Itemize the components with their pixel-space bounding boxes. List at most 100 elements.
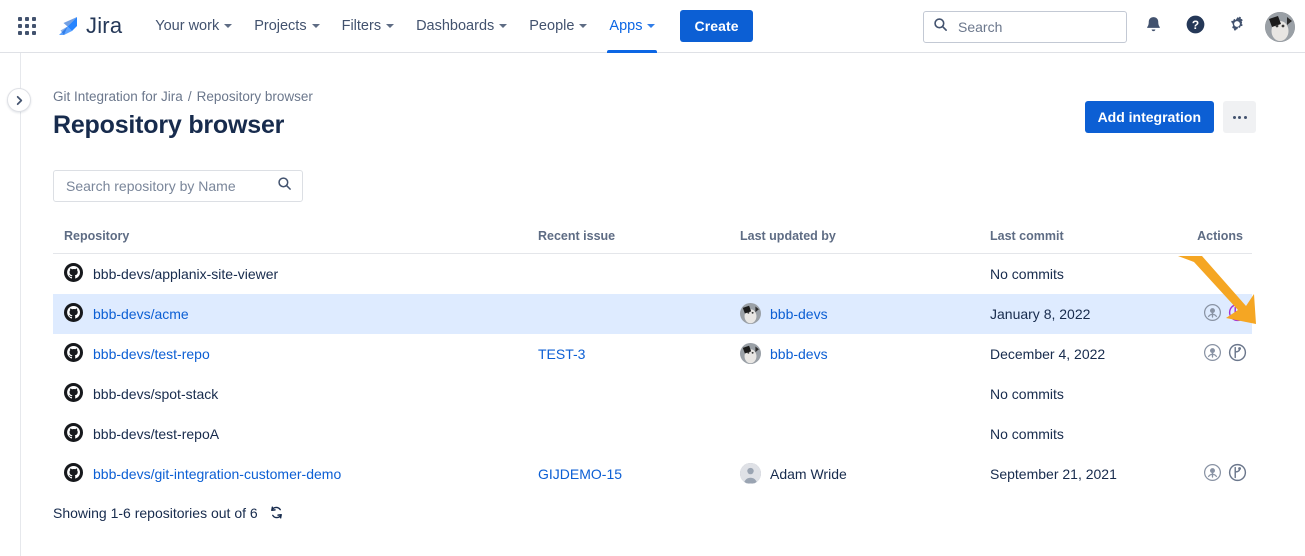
nav-item-apps[interactable]: Apps [598,0,666,53]
notifications-button[interactable] [1137,11,1169,43]
chevron-right-icon [16,95,22,105]
notification-bell-icon [1144,15,1163,39]
nav-item-projects[interactable]: Projects [243,0,330,53]
results-summary: Showing 1-6 repositories out of 6 [53,504,258,521]
last-updated-by-cell: bbb-devs [740,343,990,364]
jira-home-link[interactable]: Jira [55,13,122,39]
ellipsis-dot [1243,115,1247,119]
git-commits-action-button[interactable] [1203,463,1222,482]
nav-label: Apps [609,18,643,34]
table-footer: Showing 1-6 repositories out of 6 [53,505,1305,521]
nav-label: Filters [341,18,382,34]
recent-issue-cell [538,414,740,454]
add-integration-button[interactable]: Add integration [1084,101,1214,133]
github-icon [64,302,83,325]
git-commits-action-button[interactable] [1203,303,1222,322]
repository-cell: bbb-devs/git-integration-customer-demo [53,454,538,494]
help-button[interactable]: ? [1179,11,1211,43]
actions-cell [1193,334,1252,374]
repository-cell: bbb-devs/applanix-site-viewer [53,254,538,294]
global-search-input[interactable] [956,17,1106,36]
refresh-icon [270,506,282,519]
repository-cell: bbb-devs/acme [53,293,538,334]
github-icon [64,462,83,485]
recent-issue-cell: TEST-3 [538,334,740,374]
global-search[interactable] [923,10,1127,43]
nav-label: Your work [155,18,220,34]
nav-item-filters[interactable]: Filters [331,0,405,53]
repository-search[interactable] [53,170,303,202]
github-icon [64,382,83,405]
last-commit-text: December 4, 2022 [990,345,1106,362]
table-row[interactable]: bbb-devs/acme bbb-devs January 8, 2022 [53,293,1252,334]
github-icon [64,262,83,285]
actions-cell [1193,374,1252,414]
column-header-last-updated-by: Last updated by [740,229,990,254]
table-header-row: Repository Recent issue Last updated by … [53,229,1252,254]
avatar [740,303,761,324]
git-branches-action-button[interactable] [1228,343,1247,362]
last-commit-text: No commits [990,385,1064,402]
repository-cell: bbb-devs/test-repoA [53,414,538,454]
nav-right-actions: ? [923,0,1295,53]
git-commits-icon [1203,463,1222,481]
table-header: Repository Recent issue Last updated by … [53,229,1252,254]
table-row[interactable]: bbb-devs/spot-stack No commits [53,374,1252,414]
repository-name[interactable]: bbb-devs/git-integration-customer-demo [93,466,341,482]
repository-name: bbb-devs/applanix-site-viewer [93,265,279,282]
nav-item-your-work[interactable]: Your work [144,0,243,53]
updated-by-name[interactable]: bbb-devs [770,346,828,362]
last-commit-cell: January 8, 2022 [990,293,1193,334]
more-actions-button[interactable] [1223,101,1256,133]
recent-issue-cell [538,254,740,294]
table-row[interactable]: bbb-devs/test-repoA No commits [53,414,1252,454]
chevron-down-icon [647,24,656,28]
nav-item-people[interactable]: People [518,0,598,53]
last-commit-cell: No commits [990,414,1193,454]
updated-by-cell: bbb-devs [740,334,990,374]
table-row[interactable]: bbb-devs/git-integration-customer-demo GI… [53,454,1252,494]
repository-name[interactable]: bbb-devs/acme [93,306,189,322]
row-actions [1203,343,1247,362]
repository-name[interactable]: bbb-devs/test-repo [93,346,210,362]
updated-by-name[interactable]: bbb-devs [770,306,828,322]
table-row[interactable]: bbb-devs/test-repo TEST-3 bbb-devs December… [53,334,1252,374]
app-switcher-button[interactable] [11,10,43,42]
column-header-recent-issue: Recent issue [538,229,740,254]
recent-issue-link[interactable]: TEST-3 [538,346,585,362]
profile-avatar[interactable] [1265,11,1295,42]
ellipsis-dot [1232,115,1236,119]
refresh-button[interactable] [269,505,284,520]
avatar [740,343,761,364]
table-body: bbb-devs/applanix-site-viewer No commits b… [53,254,1252,494]
table-row[interactable]: bbb-devs/applanix-site-viewer No commits [53,254,1252,294]
last-updated-by-cell: bbb-devs [740,303,990,324]
last-commit-cell: December 4, 2022 [990,334,1193,374]
last-commit-text: No commits [990,265,1064,282]
git-commits-action-button[interactable] [1203,343,1222,362]
settings-button[interactable] [1221,11,1253,43]
search-icon[interactable] [277,176,292,196]
row-actions [1203,303,1247,322]
header-actions: Add integration [1084,101,1256,133]
recent-issue-link[interactable]: GIJDEMO-15 [538,466,622,482]
chevron-down-icon [499,24,508,28]
repository-search-input[interactable] [64,177,277,195]
jira-logo-icon [55,13,81,39]
updated-by-name: Adam Wride [770,465,847,482]
column-header-last-commit: Last commit [990,229,1193,254]
app-switcher-icon [18,17,36,35]
actions-cell [1193,293,1252,334]
column-header-actions: Actions [1193,229,1252,254]
expand-sidebar-button[interactable] [7,88,31,112]
breadcrumb-parent[interactable]: Git Integration for Jira [53,89,183,104]
nav-item-dashboards[interactable]: Dashboards [405,0,518,53]
git-branches-action-button[interactable] [1228,463,1247,482]
updated-by-cell [740,374,990,414]
recent-issue-cell [538,374,740,414]
nav-label: Dashboards [416,18,495,34]
chevron-down-icon [224,24,233,28]
create-button[interactable]: Create [680,10,753,42]
git-branches-action-button[interactable] [1228,303,1247,322]
recent-issue-cell [538,293,740,334]
